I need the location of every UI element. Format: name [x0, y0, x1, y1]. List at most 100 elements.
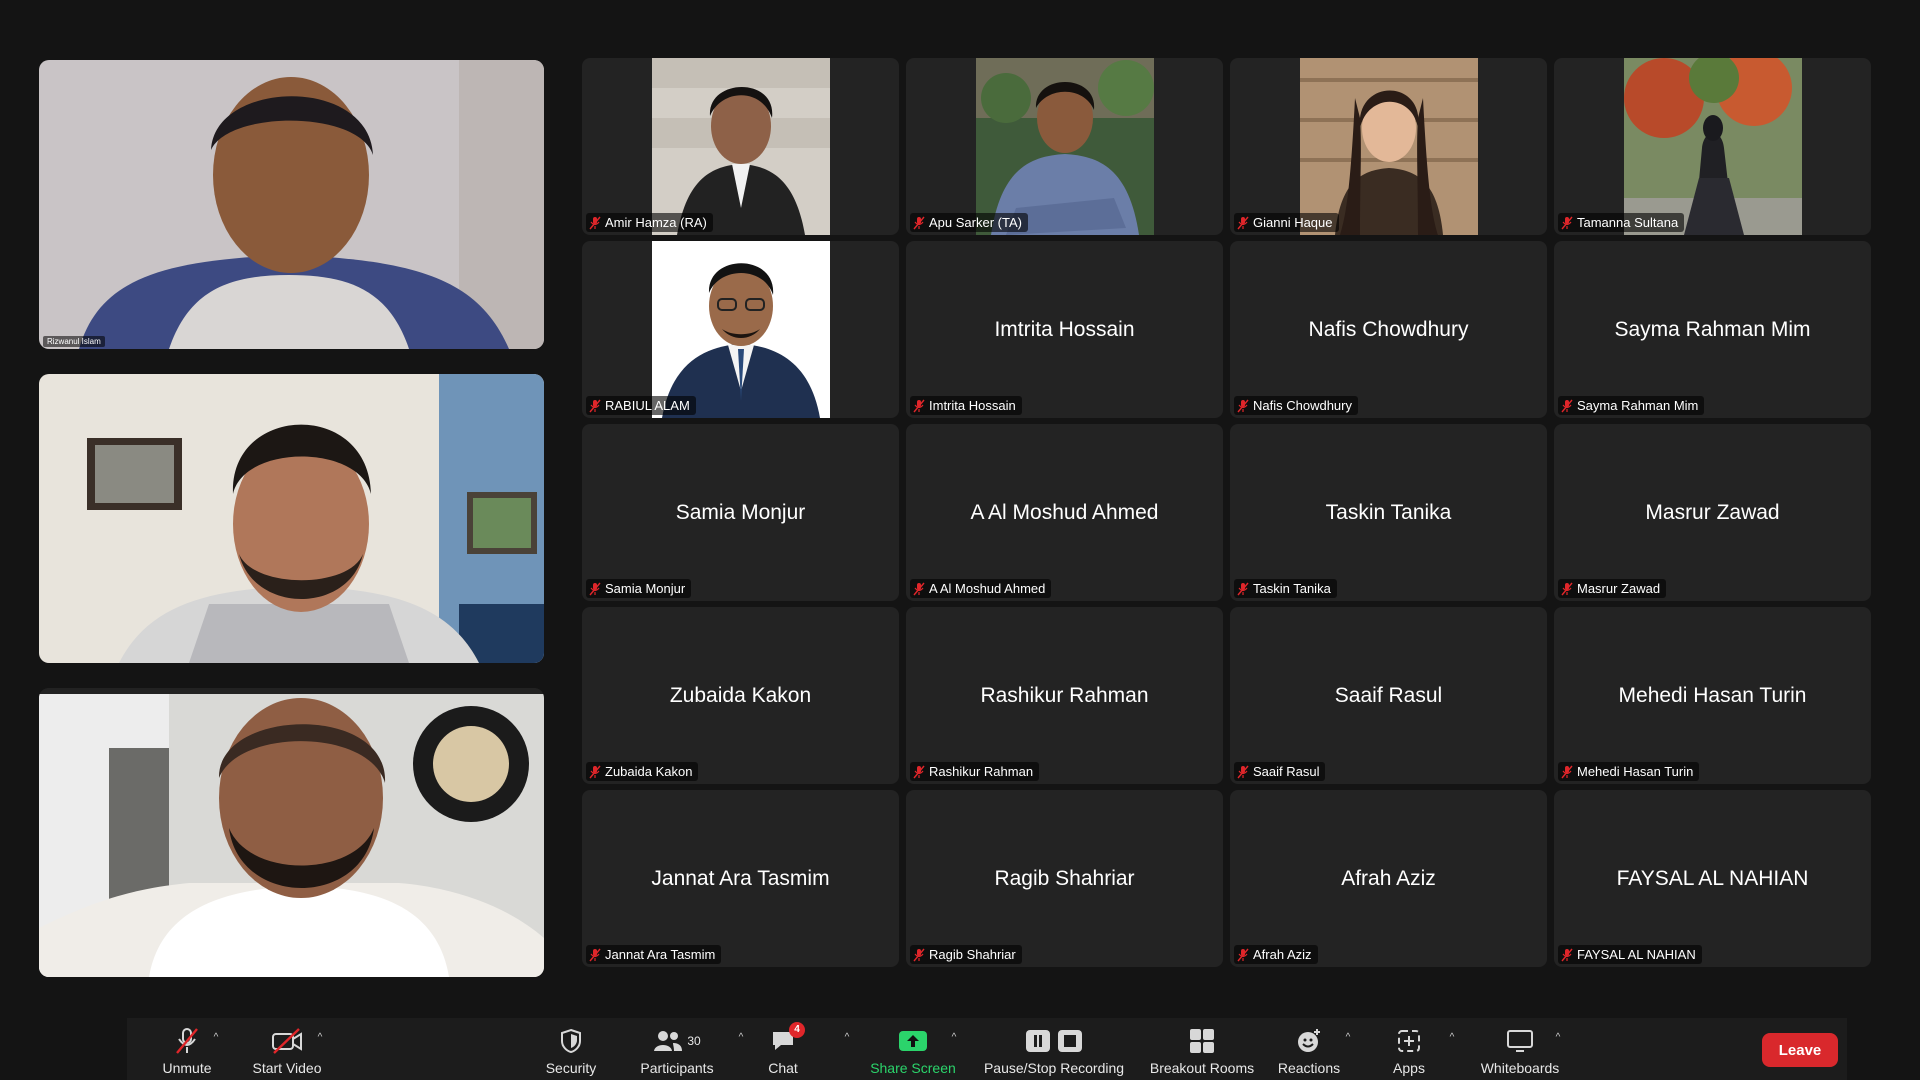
muted-mic-icon — [589, 948, 601, 962]
share-screen-label: Share Screen — [870, 1060, 956, 1076]
chat-label: Chat — [768, 1060, 798, 1076]
participant-photo — [975, 58, 1154, 235]
chat-options-caret[interactable]: ^ — [840, 1032, 854, 1043]
participant-name-label: Gianni Haque — [1234, 213, 1339, 232]
leave-button[interactable]: Leave — [1762, 1033, 1838, 1067]
participant-name-label: Rashikur Rahman — [910, 762, 1040, 781]
participant-display-name: Ragib Shahriar — [994, 866, 1135, 890]
video-feed-3[interactable] — [39, 688, 544, 977]
participant-name: Amir Hamza (RA) — [605, 215, 707, 230]
participant-name: Nafis Chowdhury — [1253, 398, 1352, 413]
video-feed-1[interactable]: Rizwanul Islam — [39, 60, 544, 349]
start-video-button[interactable]: Start Video — [237, 1018, 337, 1080]
participant-name: Gianni Haque — [1253, 215, 1333, 230]
participant-tile[interactable]: Imtrita Hossain Imtrita Hossain — [906, 241, 1223, 418]
recording-label: Pause/Stop Recording — [983, 1060, 1125, 1076]
participant-display-name: Taskin Tanika — [1325, 500, 1452, 524]
muted-mic-icon — [589, 216, 601, 230]
participant-tile[interactable]: A Al Moshud Ahmed A Al Moshud Ahmed — [906, 424, 1223, 601]
participant-tile[interactable]: Nafis Chowdhury Nafis Chowdhury — [1230, 241, 1547, 418]
unmute-label: Unmute — [162, 1060, 212, 1076]
share-options-caret[interactable]: ^ — [947, 1032, 961, 1043]
participant-photo — [1623, 58, 1802, 235]
participant-name: Apu Sarker (TA) — [929, 215, 1022, 230]
reactions-label: Reactions — [1277, 1060, 1341, 1076]
muted-mic-icon — [1561, 216, 1573, 230]
pause-stop-recording-button[interactable]: Pause/Stop Recording — [979, 1018, 1129, 1080]
participants-options-caret[interactable]: ^ — [734, 1032, 748, 1043]
audio-options-caret[interactable]: ^ — [209, 1032, 223, 1043]
participant-tile[interactable]: Apu Sarker (TA) — [906, 58, 1223, 235]
participant-tile[interactable]: FAYSAL AL NAHIAN FAYSAL AL NAHIAN — [1554, 790, 1871, 967]
participant-name-label: Taskin Tanika — [1234, 579, 1337, 598]
share-screen-button[interactable]: Share Screen — [865, 1018, 961, 1080]
participant-name: FAYSAL AL NAHIAN — [1577, 947, 1696, 962]
video-frame-3 — [39, 688, 544, 977]
participant-tile[interactable]: Masrur Zawad Masrur Zawad — [1554, 424, 1871, 601]
participant-tile[interactable]: RABIUL ALAM — [582, 241, 899, 418]
participant-tile[interactable]: Saaif Rasul Saaif Rasul — [1230, 607, 1547, 784]
participant-name-label: Jannat Ara Tasmim — [586, 945, 722, 964]
participant-name: Sayma Rahman Mim — [1577, 398, 1699, 413]
participant-display-name: Rashikur Rahman — [980, 683, 1149, 707]
participants-icon: 30 — [653, 1026, 701, 1056]
muted-microphone-icon — [174, 1026, 200, 1056]
participant-name: Rashikur Rahman — [929, 764, 1034, 779]
participant-display-name: Mehedi Hasan Turin — [1618, 683, 1807, 707]
unmute-button[interactable]: Unmute — [145, 1018, 229, 1080]
video-off-icon — [271, 1026, 303, 1056]
security-button[interactable]: Security — [531, 1018, 611, 1080]
participant-tile[interactable]: Zubaida Kakon Zubaida Kakon — [582, 607, 899, 784]
participant-photo — [1299, 58, 1478, 235]
reactions-button[interactable]: Reactions — [1269, 1018, 1349, 1080]
whiteboards-button[interactable]: Whiteboards — [1473, 1018, 1567, 1080]
participant-photo — [651, 241, 830, 418]
participant-display-name: FAYSAL AL NAHIAN — [1616, 866, 1809, 890]
breakout-rooms-label: Breakout Rooms — [1149, 1060, 1255, 1076]
participant-display-name: Samia Monjur — [675, 500, 806, 524]
participant-name-label: Saaif Rasul — [1234, 762, 1326, 781]
video-options-caret[interactable]: ^ — [313, 1032, 327, 1043]
video-feed-2[interactable] — [39, 374, 544, 663]
participant-display-name: Afrah Aziz — [1341, 866, 1436, 890]
participant-tile[interactable]: Gianni Haque — [1230, 58, 1547, 235]
chat-button[interactable]: 4 Chat — [753, 1018, 813, 1080]
participant-grid: Amir Hamza (RA) Apu Sarker (TA) Gianni H… — [582, 58, 1871, 969]
participant-name-label: Mehedi Hasan Turin — [1558, 762, 1700, 781]
participant-photo — [651, 58, 830, 235]
participants-button[interactable]: 30 Participants — [625, 1018, 729, 1080]
breakout-rooms-button[interactable]: Breakout Rooms — [1145, 1018, 1259, 1080]
participant-tile[interactable]: Mehedi Hasan Turin Mehedi Hasan Turin — [1554, 607, 1871, 784]
reactions-options-caret[interactable]: ^ — [1341, 1032, 1355, 1043]
participant-tile[interactable]: Sayma Rahman Mim Sayma Rahman Mim — [1554, 241, 1871, 418]
muted-mic-icon — [1237, 582, 1249, 596]
participant-tile[interactable]: Ragib Shahriar Ragib Shahriar — [906, 790, 1223, 967]
start-video-label: Start Video — [252, 1060, 322, 1076]
participant-name: Zubaida Kakon — [605, 764, 693, 779]
participant-count: 30 — [687, 1034, 701, 1048]
participant-name-label: Afrah Aziz — [1234, 945, 1318, 964]
muted-mic-icon — [589, 765, 601, 779]
muted-mic-icon — [589, 399, 601, 413]
muted-mic-icon — [1237, 399, 1249, 413]
participant-display-name: Nafis Chowdhury — [1308, 317, 1469, 341]
apps-options-caret[interactable]: ^ — [1445, 1032, 1459, 1043]
muted-mic-icon — [913, 216, 925, 230]
participant-name-label: Tamanna Sultana — [1558, 213, 1685, 232]
participant-tile[interactable]: Taskin Tanika Taskin Tanika — [1230, 424, 1547, 601]
muted-mic-icon — [1561, 399, 1573, 413]
muted-mic-icon — [913, 948, 925, 962]
participant-tile[interactable]: Samia Monjur Samia Monjur — [582, 424, 899, 601]
avatar — [975, 58, 1154, 235]
participant-display-name: Masrur Zawad — [1645, 500, 1780, 524]
apps-button[interactable]: Apps — [1379, 1018, 1439, 1080]
participant-name: Tamanna Sultana — [1577, 215, 1679, 230]
participant-tile[interactable]: Afrah Aziz Afrah Aziz — [1230, 790, 1547, 967]
whiteboards-options-caret[interactable]: ^ — [1551, 1032, 1565, 1043]
participant-tile[interactable]: Tamanna Sultana — [1554, 58, 1871, 235]
participant-tile[interactable]: Jannat Ara Tasmim Jannat Ara Tasmim — [582, 790, 899, 967]
participant-tile[interactable]: Rashikur Rahman Rashikur Rahman — [906, 607, 1223, 784]
chat-unread-badge: 4 — [789, 1022, 805, 1038]
muted-mic-icon — [913, 765, 925, 779]
participant-tile[interactable]: Amir Hamza (RA) — [582, 58, 899, 235]
